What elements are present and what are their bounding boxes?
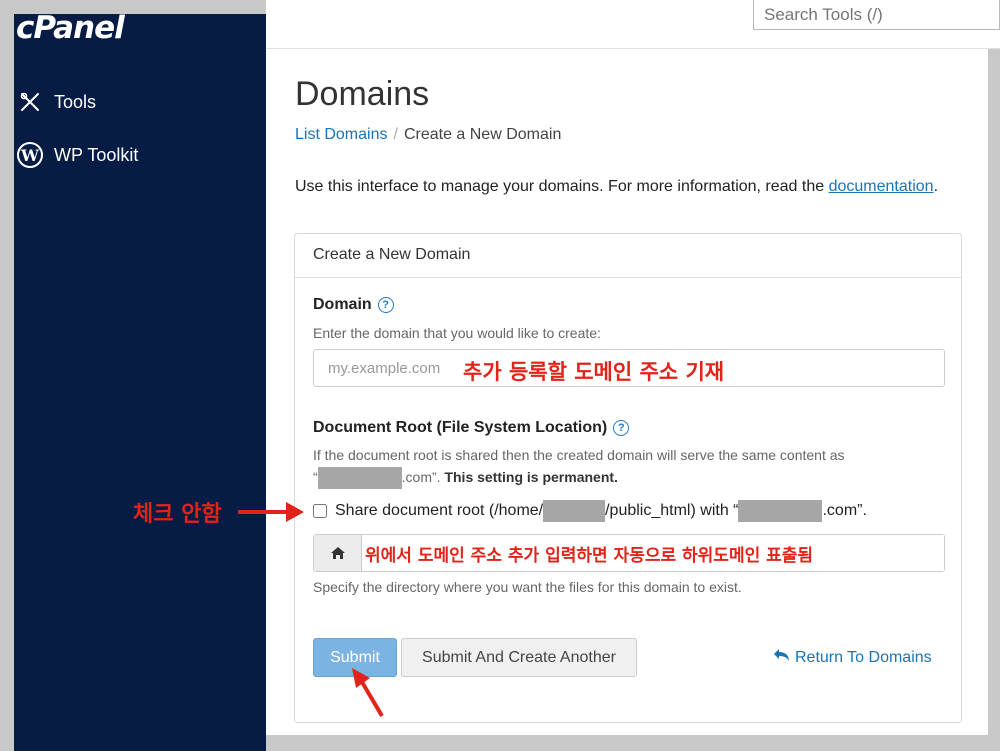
return-arrow-icon [773, 648, 791, 667]
page-title: Domains [295, 75, 430, 113]
share-docroot-checkbox[interactable] [313, 504, 327, 518]
panel-heading: Create a New Domain [295, 234, 961, 278]
intro-text-end: . [933, 178, 939, 195]
sidebar-item-wp-toolkit[interactable]: W WP Toolkit [16, 141, 138, 169]
documentation-link[interactable]: documentation [829, 178, 934, 195]
return-to-domains-link[interactable]: Return To Domains [773, 648, 932, 667]
domain-label-text: Domain [313, 296, 372, 313]
submit-annotation-arrow [352, 668, 384, 718]
document-root-hint: Specify the directory where you want the… [313, 579, 742, 595]
docroot-help-icon[interactable]: ? [613, 420, 630, 436]
share-docroot-label: Share document root (/home/ /public_html)… [335, 500, 867, 522]
breadcrumb-separator: / [393, 126, 398, 143]
docroot-hint-line1: If the document root is shared then the … [313, 447, 845, 463]
create-domain-panel: Create a New Domain Domain ? Enter the d… [294, 233, 962, 723]
share-label-prefix: Share document root (/home/ [335, 502, 544, 520]
svg-text:W: W [20, 146, 40, 165]
main-content: Domains List Domains / Create a New Domain… [266, 49, 988, 735]
tools-icon [16, 88, 44, 116]
share-docroot-row: Share document root (/home/ /public_html)… [313, 500, 867, 522]
intro-text-body: Use this interface to manage your domain… [295, 178, 825, 195]
search-tools-input[interactable] [753, 0, 1000, 30]
docroot-hint: If the document root is shared then the … [313, 444, 845, 490]
share-label-mid: /public_html) with “ [605, 502, 739, 520]
home-icon [314, 535, 362, 571]
domain-hint: Enter the domain that you would like to … [313, 325, 601, 341]
domain-help-icon[interactable]: ? [377, 297, 394, 313]
sidebar [14, 14, 266, 751]
intro-text: Use this interface to manage your domain… [295, 178, 938, 196]
redacted-username [543, 500, 606, 522]
redacted-domain [317, 467, 402, 490]
breadcrumb: List Domains / Create a New Domain [295, 126, 561, 144]
return-label: Return To Domains [795, 648, 932, 666]
document-root-annotation: 위에서 도메인 주소 추가 입력하면 자동으로 하위도메인 표출됨 [365, 546, 814, 566]
breadcrumb-current: Create a New Domain [403, 126, 562, 143]
submit-and-create-another-button[interactable]: Submit And Create Another [401, 638, 637, 677]
docroot-permanent-note: This setting is permanent. [444, 469, 618, 485]
share-label-suffix: .com”. [822, 502, 867, 520]
checkbox-annotation: 체크 안함 [133, 502, 222, 527]
sidebar-item-tools[interactable]: Tools [16, 88, 96, 116]
domain-label: Domain ? [313, 296, 394, 314]
wordpress-icon: W [16, 141, 44, 169]
sidebar-item-label: WP Toolkit [54, 144, 139, 165]
checkbox-annotation-arrow [238, 502, 304, 522]
cpanel-logo[interactable]: cPanel [16, 10, 125, 46]
breadcrumb-list-domains-link[interactable]: List Domains [295, 126, 387, 143]
sidebar-item-label: Tools [54, 91, 97, 112]
docroot-label-text: Document Root (File System Location) [313, 419, 608, 436]
domain-annotation: 추가 등록할 도메인 주소 기재 [463, 360, 725, 384]
docroot-label: Document Root (File System Location) ? [313, 419, 630, 437]
docroot-hint-suffix: .com”. [401, 469, 441, 485]
docroot-hint-line2: “.com”. This setting is permanent. [313, 466, 845, 490]
redacted-domain [738, 500, 823, 522]
